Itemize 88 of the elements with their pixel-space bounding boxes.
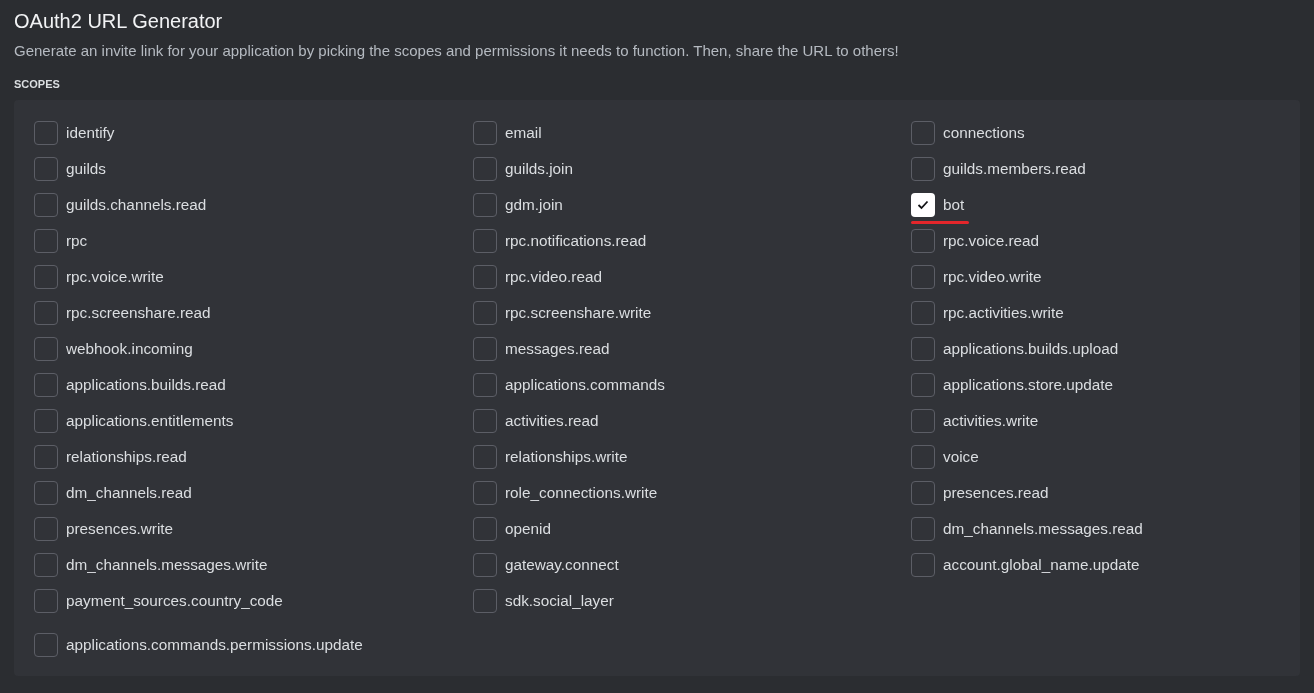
checkbox[interactable] bbox=[911, 373, 935, 397]
checkbox[interactable] bbox=[34, 193, 58, 217]
scope-label: rpc.notifications.read bbox=[505, 231, 647, 251]
checkbox[interactable] bbox=[34, 481, 58, 505]
checkbox[interactable] bbox=[34, 409, 58, 433]
scope-label: guilds.join bbox=[505, 159, 574, 179]
scope-label: openid bbox=[505, 519, 551, 539]
scope-label: sdk.social_layer bbox=[505, 591, 614, 611]
checkbox[interactable] bbox=[473, 445, 497, 469]
checkbox[interactable] bbox=[911, 445, 935, 469]
checkbox[interactable] bbox=[911, 553, 935, 577]
scope-label: applications.builds.upload bbox=[943, 339, 1119, 359]
scope-label: payment_sources.country_code bbox=[66, 591, 283, 611]
checkbox[interactable] bbox=[34, 337, 58, 361]
scope-label: gateway.connect bbox=[505, 555, 619, 575]
scope-label: voice bbox=[943, 447, 979, 467]
scope-label: guilds.members.read bbox=[943, 159, 1086, 179]
scope-label: activities.write bbox=[943, 411, 1039, 431]
scope-label: applications.store.update bbox=[943, 375, 1114, 395]
checkbox[interactable] bbox=[34, 553, 58, 577]
checkbox[interactable] bbox=[34, 121, 58, 145]
checkbox[interactable] bbox=[473, 373, 497, 397]
checkbox[interactable] bbox=[34, 301, 58, 325]
checkbox[interactable] bbox=[34, 373, 58, 397]
checkmark-icon bbox=[917, 200, 929, 210]
checkbox[interactable] bbox=[911, 193, 935, 217]
checkbox[interactable] bbox=[473, 553, 497, 577]
scope-label: applications.builds.read bbox=[66, 375, 226, 395]
scope-label: applications.commands bbox=[505, 375, 665, 395]
scope-label: activities.read bbox=[505, 411, 599, 431]
scope-label: webhook.incoming bbox=[66, 339, 193, 359]
scope-label: rpc.screenshare.write bbox=[505, 303, 652, 323]
checkbox[interactable] bbox=[34, 633, 58, 657]
checkbox[interactable] bbox=[473, 229, 497, 253]
checkbox[interactable] bbox=[473, 517, 497, 541]
checkbox[interactable] bbox=[473, 301, 497, 325]
scope-label: dm_channels.messages.write bbox=[66, 555, 268, 575]
checkbox[interactable] bbox=[911, 229, 935, 253]
checkbox[interactable] bbox=[911, 481, 935, 505]
scope-label: email bbox=[505, 123, 542, 143]
page-description: Generate an invite link for your application by picking the scopes and permissions it needs to function. Then, share the URL to others! bbox=[14, 41, 899, 61]
checkbox[interactable] bbox=[473, 157, 497, 181]
checkbox[interactable] bbox=[911, 157, 935, 181]
scope-label: messages.read bbox=[505, 339, 610, 359]
scope-label: dm_channels.messages.read bbox=[943, 519, 1143, 539]
scope-label: account.global_name.update bbox=[943, 555, 1140, 575]
scope-label: applications.commands.permissions.update bbox=[66, 635, 363, 655]
scope-label: rpc bbox=[66, 231, 88, 251]
checkbox[interactable] bbox=[911, 301, 935, 325]
scope-label: rpc.voice.write bbox=[66, 267, 164, 287]
checkbox[interactable] bbox=[911, 265, 935, 289]
checkbox[interactable] bbox=[473, 193, 497, 217]
checkbox[interactable] bbox=[473, 481, 497, 505]
checkbox[interactable] bbox=[473, 121, 497, 145]
checkbox[interactable] bbox=[473, 337, 497, 361]
scope-label: rpc.voice.read bbox=[943, 231, 1040, 251]
checkbox[interactable] bbox=[34, 589, 58, 613]
scope-label: presences.read bbox=[943, 483, 1049, 503]
checkbox[interactable] bbox=[34, 157, 58, 181]
page-title: OAuth2 URL Generator bbox=[14, 9, 223, 33]
scope-label: presences.write bbox=[66, 519, 174, 539]
checkbox[interactable] bbox=[911, 517, 935, 541]
scope-label: bot bbox=[943, 195, 965, 215]
scope-label: connections bbox=[943, 123, 1025, 143]
checkbox[interactable] bbox=[473, 589, 497, 613]
checkbox[interactable] bbox=[911, 409, 935, 433]
scope-label: rpc.screenshare.read bbox=[66, 303, 211, 323]
checkbox[interactable] bbox=[911, 337, 935, 361]
scope-label: gdm.join bbox=[505, 195, 563, 215]
scope-label: role_connections.write bbox=[505, 483, 658, 503]
scope-label: applications.entitlements bbox=[66, 411, 234, 431]
checkbox[interactable] bbox=[911, 121, 935, 145]
scope-label: guilds bbox=[66, 159, 106, 179]
checkbox[interactable] bbox=[34, 445, 58, 469]
scope-label: relationships.read bbox=[66, 447, 187, 467]
checkbox[interactable] bbox=[34, 517, 58, 541]
scope-label: dm_channels.read bbox=[66, 483, 192, 503]
scope-label: relationships.write bbox=[505, 447, 628, 467]
scope-label: guilds.channels.read bbox=[66, 195, 207, 215]
checkbox[interactable] bbox=[473, 265, 497, 289]
checkbox[interactable] bbox=[34, 229, 58, 253]
scope-label: identify bbox=[66, 123, 115, 143]
checkbox[interactable] bbox=[34, 265, 58, 289]
checkbox[interactable] bbox=[473, 409, 497, 433]
scope-label: rpc.video.write bbox=[943, 267, 1042, 287]
scope-label: rpc.video.read bbox=[505, 267, 602, 287]
section-heading: SCOPES bbox=[14, 77, 60, 91]
scope-label: rpc.activities.write bbox=[943, 303, 1064, 323]
